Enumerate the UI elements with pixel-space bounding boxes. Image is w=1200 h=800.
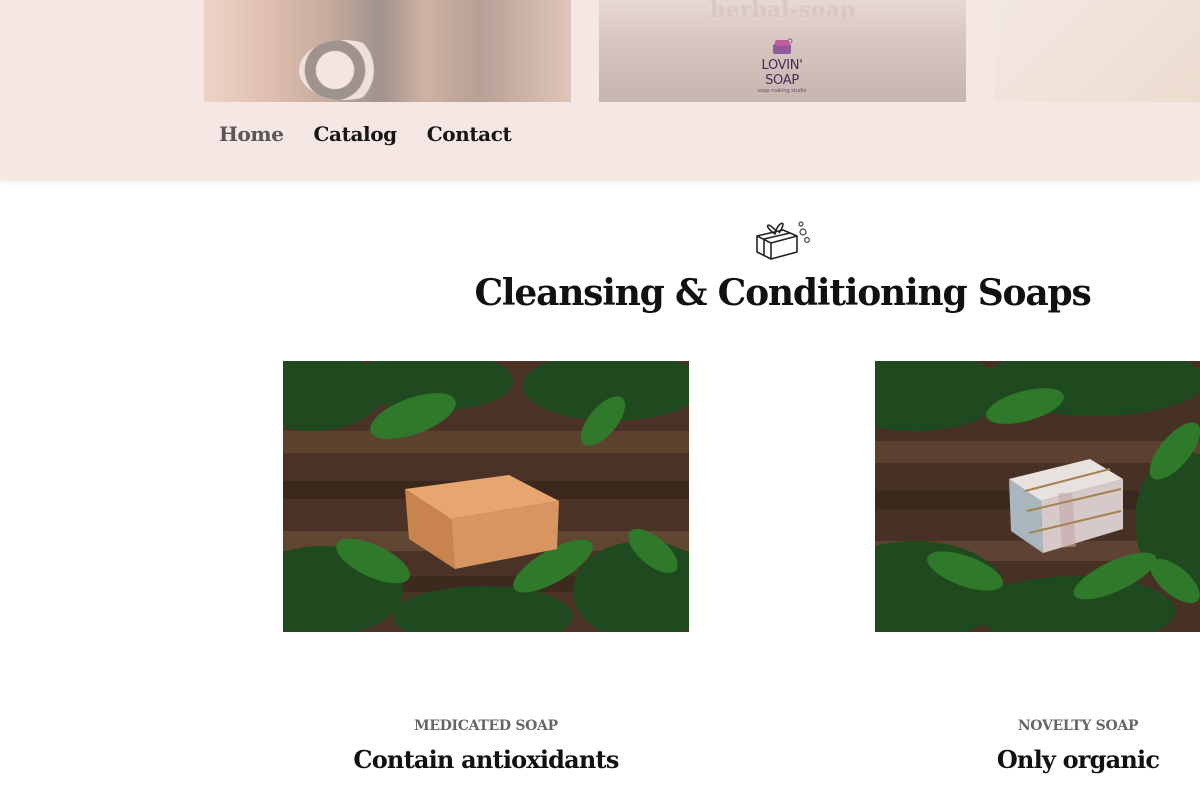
nav-contact[interactable]: Contact: [427, 122, 512, 146]
nav-home[interactable]: Home: [219, 122, 284, 146]
product-category: NOVELTY SOAP: [1017, 718, 1139, 734]
nav-catalog[interactable]: Catalog: [314, 122, 398, 146]
product-image-novelty-soap[interactable]: [875, 361, 1200, 632]
hero-image-label: herbal-soap: [709, 0, 856, 23]
product-image-medicated-soap[interactable]: [283, 361, 689, 632]
hero-image-soap-bars: [204, 0, 571, 102]
site-logo[interactable]: LOVIN' SOAP soap making studio: [744, 36, 820, 94]
logo-wordmark: LOVIN' SOAP: [761, 58, 803, 88]
main-nav: Home Catalog Contact: [219, 122, 512, 146]
section-title: Cleansing & Conditioning Soaps: [474, 272, 1091, 314]
hero-image-light-soap: [994, 0, 1200, 102]
product-tagline: Only organic: [996, 745, 1160, 774]
logo-soap-icon: [773, 38, 793, 54]
gift-soap-icon: [756, 221, 810, 260]
product-tagline: Contain antioxidants: [353, 745, 619, 774]
logo-tagline: soap making studio: [757, 88, 807, 94]
site-header: herbal-soap LOVIN' SOAP soap making stud…: [0, 0, 1200, 180]
product-category: MEDICATED SOAP: [414, 718, 558, 734]
